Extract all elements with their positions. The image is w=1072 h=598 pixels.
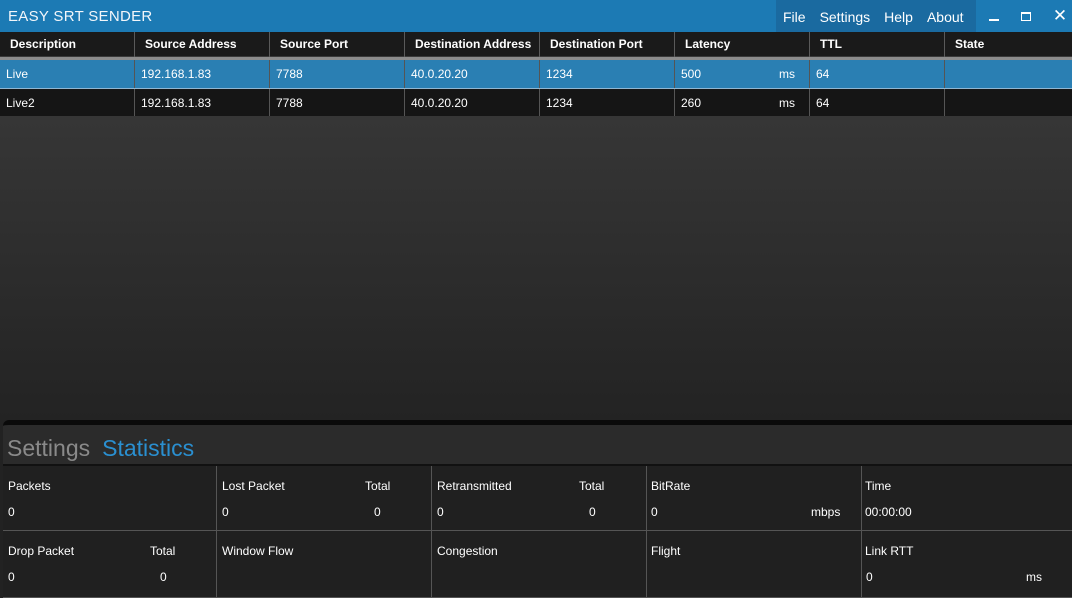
maximize-button[interactable] [1010, 0, 1042, 32]
column-header-latency[interactable]: Latency [675, 32, 810, 57]
stat-total-label: Total [365, 479, 391, 493]
stat-link-rtt: Link RTT 0 ms [862, 531, 1072, 598]
stat-value: 0 [8, 570, 15, 584]
stat-total-value: 0 [374, 505, 381, 519]
table-header: Description Source Address Source Port D… [0, 32, 1072, 57]
stat-total-label: Total [579, 479, 605, 493]
stat-unit: ms [1026, 570, 1042, 584]
cell-description: Live [0, 60, 135, 88]
menu-bar: File Settings Help About [776, 0, 976, 32]
stat-label: Link RTT [865, 544, 914, 558]
stat-label: Retransmitted [437, 479, 512, 493]
cell-latency: 260 ms [675, 89, 810, 117]
stat-label: Flight [651, 544, 681, 558]
panel-tabs: Settings Statistics [7, 435, 194, 462]
cell-state [945, 60, 1072, 88]
cell-destination-port: 1234 [540, 60, 675, 88]
latency-value: 260 [681, 96, 702, 110]
cell-source-port: 7788 [270, 60, 405, 88]
latency-unit: ms [779, 96, 795, 110]
stat-packets: Packets 0 [3, 466, 217, 531]
cell-source-port: 7788 [270, 89, 405, 117]
stat-time: Time 00:00:00 [862, 466, 1072, 531]
stat-retransmitted: Retransmitted Total 0 0 [432, 466, 647, 531]
column-header-source-port[interactable]: Source Port [270, 32, 405, 57]
stat-label: Drop Packet [8, 544, 75, 558]
close-icon: ✕ [1052, 6, 1068, 25]
menu-about[interactable]: About [920, 0, 971, 32]
cell-ttl: 64 [810, 60, 945, 88]
column-header-destination-port[interactable]: Destination Port [540, 32, 675, 57]
stat-congestion: Congestion [432, 531, 647, 598]
stat-value: 0 [8, 505, 15, 519]
column-header-description[interactable]: Description [0, 32, 135, 57]
streams-table: Description Source Address Source Port D… [0, 32, 1072, 118]
cell-destination-address: 40.0.20.20 [405, 60, 540, 88]
latency-unit: ms [779, 67, 795, 81]
stat-total-value: 0 [589, 505, 596, 519]
column-header-destination-address[interactable]: Destination Address [405, 32, 540, 57]
tab-settings[interactable]: Settings [7, 435, 90, 462]
stat-flight: Flight [647, 531, 862, 598]
stat-value: 0 [222, 505, 229, 519]
stat-label: Packets [8, 479, 51, 493]
cell-destination-port: 1234 [540, 89, 675, 117]
column-header-ttl[interactable]: TTL [810, 32, 945, 57]
minimize-icon [989, 19, 999, 21]
cell-source-address: 192.168.1.83 [135, 89, 270, 117]
column-header-state[interactable]: State [945, 32, 1072, 57]
stat-value: 00:00:00 [865, 505, 912, 519]
column-header-source-address[interactable]: Source Address [135, 32, 270, 57]
cell-latency: 500 ms [675, 60, 810, 88]
menu-file[interactable]: File [776, 0, 813, 32]
stat-bitrate: BitRate 0 mbps [647, 466, 862, 531]
menu-settings[interactable]: Settings [813, 0, 878, 32]
latency-value: 500 [681, 67, 702, 81]
stat-total-value: 0 [160, 570, 167, 584]
stat-value: 0 [651, 505, 658, 519]
cell-ttl: 64 [810, 89, 945, 117]
stat-label: Window Flow [222, 544, 294, 558]
app-title: EASY SRT SENDER [8, 8, 153, 25]
stat-lost-packet: Lost Packet Total 0 0 [217, 466, 432, 531]
stat-unit: mbps [811, 505, 841, 519]
stat-window-flow: Window Flow [217, 531, 432, 598]
stat-total-label: Total [150, 544, 176, 558]
tab-statistics[interactable]: Statistics [102, 435, 194, 462]
title-bar[interactable]: EASY SRT SENDER File Settings Help About… [0, 0, 1072, 32]
table-row[interactable]: Live2 192.168.1.83 7788 40.0.20.20 1234 … [0, 89, 1072, 118]
table-row[interactable]: Live 192.168.1.83 7788 40.0.20.20 1234 5… [0, 60, 1072, 89]
cell-description: Live2 [0, 89, 135, 117]
maximize-icon [1021, 12, 1031, 21]
cell-source-address: 192.168.1.83 [135, 60, 270, 88]
stat-label: Time [865, 479, 892, 493]
minimize-button[interactable] [978, 0, 1010, 32]
stat-value: 0 [437, 505, 444, 519]
stat-drop-packet: Drop Packet Total 0 0 [3, 531, 217, 598]
stat-label: BitRate [651, 479, 691, 493]
stat-label: Lost Packet [222, 479, 285, 493]
statistics-grid: Packets 0 Lost Packet Total 0 0 Retransm… [3, 464, 1072, 598]
close-button[interactable]: ✕ [1044, 0, 1072, 32]
bottom-panel: Settings Statistics Packets 0 Lost Packe… [3, 420, 1072, 598]
menu-help[interactable]: Help [877, 0, 920, 32]
table-empty-area [0, 116, 1072, 420]
stat-value: 0 [866, 570, 873, 584]
stat-label: Congestion [437, 544, 498, 558]
cell-state [945, 89, 1072, 117]
cell-destination-address: 40.0.20.20 [405, 89, 540, 117]
